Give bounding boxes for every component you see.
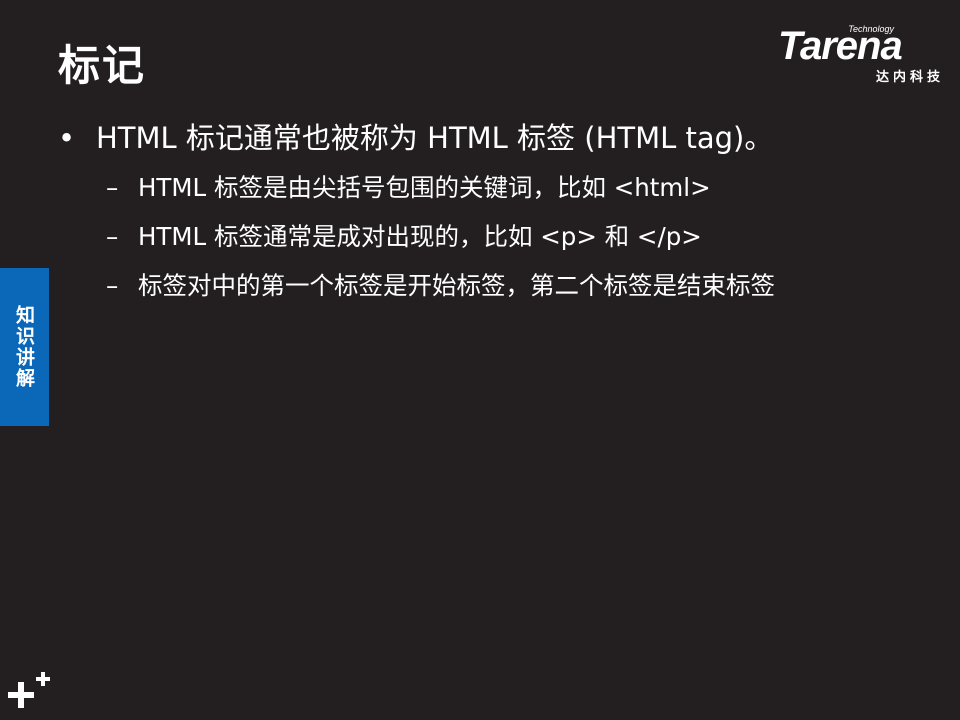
sub-bullet-text: HTML 标签是由尖括号包围的关键词，比如 <html> bbox=[138, 173, 711, 202]
sub-bullet-item: – HTML 标签通常是成对出现的，比如 <p> 和 </p> bbox=[58, 221, 938, 253]
sub-bullet-item: – HTML 标签是由尖括号包围的关键词，比如 <html> bbox=[58, 172, 938, 204]
side-tab: 知识讲解 bbox=[0, 268, 49, 426]
sub-bullet-text: 标签对中的第一个标签是开始标签，第二个标签是结束标签 bbox=[138, 271, 775, 300]
sub-bullet-item: – 标签对中的第一个标签是开始标签，第二个标签是结束标签 bbox=[58, 270, 938, 302]
slide-content: • HTML 标记通常也被称为 HTML 标签 (HTML tag)。 – HT… bbox=[58, 118, 938, 319]
logo-company-cn: 达内科技 bbox=[875, 70, 944, 85]
logo-wordmark: Tarena bbox=[778, 24, 903, 68]
dash-marker: – bbox=[106, 173, 119, 202]
dash-marker: – bbox=[106, 271, 119, 300]
plus-icon bbox=[8, 672, 50, 708]
bullet-text: HTML 标记通常也被称为 HTML 标签 (HTML tag)。 bbox=[96, 121, 774, 155]
tarena-logo: Technology Tarena 达内科技 bbox=[778, 22, 944, 85]
bullet-item: • HTML 标记通常也被称为 HTML 标签 (HTML tag)。 bbox=[58, 118, 938, 158]
side-tab-label: 知识讲解 bbox=[13, 305, 35, 389]
sub-bullet-text: HTML 标签通常是成对出现的，比如 <p> 和 </p> bbox=[138, 222, 702, 251]
slide-title: 标记 bbox=[58, 41, 147, 90]
sub-bullet-list: – HTML 标签是由尖括号包围的关键词，比如 <html> – HTML 标签… bbox=[58, 172, 938, 302]
bullet-marker: • bbox=[58, 121, 76, 155]
dash-marker: – bbox=[106, 222, 119, 251]
